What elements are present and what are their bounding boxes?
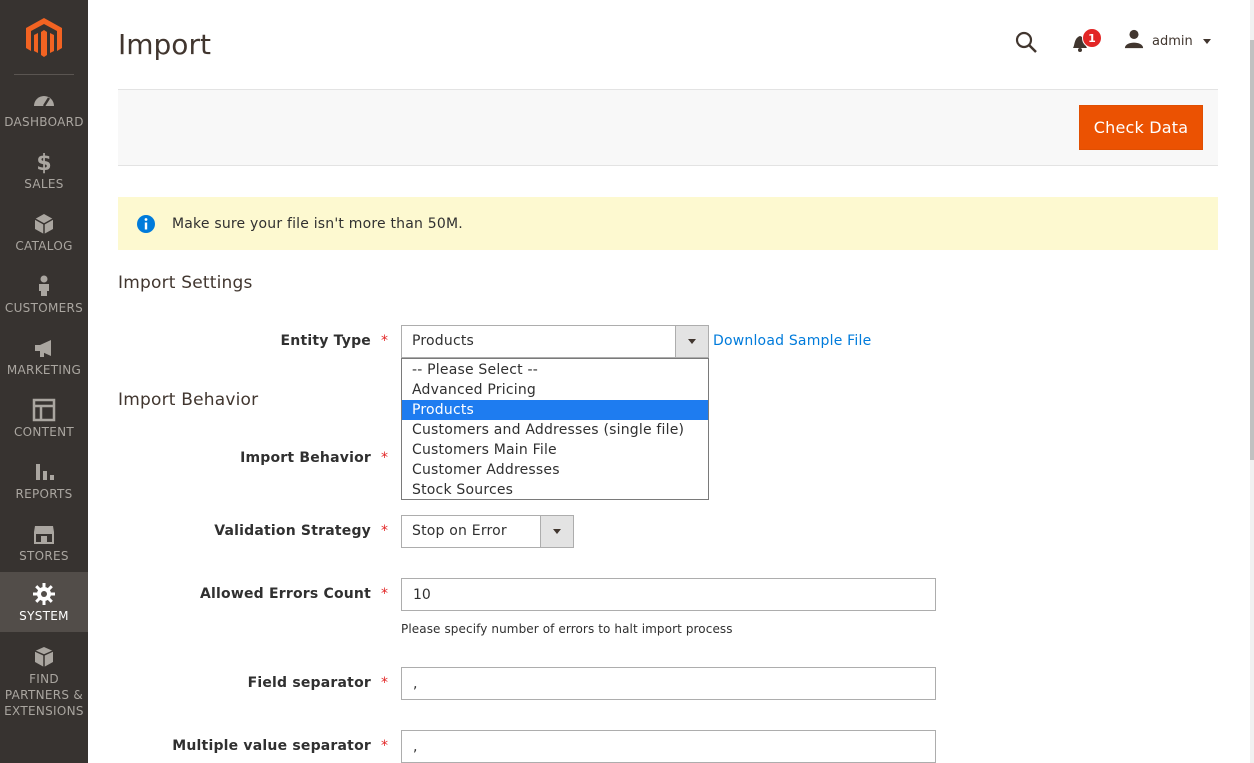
bar-chart-icon (32, 460, 56, 484)
dollar-icon: $ (32, 150, 56, 176)
magento-logo-icon[interactable] (26, 18, 62, 58)
sidebar-item-label: CONTENT (13, 425, 75, 439)
required-marker: * (381, 586, 388, 602)
sidebar-item-customers[interactable]: CUSTOMERS (0, 274, 88, 336)
entity-option-customer-addresses[interactable]: Customer Addresses (402, 460, 708, 480)
sidebar-item-dashboard[interactable]: DASHBOARD (0, 88, 88, 150)
required-marker: * (381, 738, 388, 754)
sidebar-item-label: FIND (29, 672, 59, 686)
sidebar-item-label: CATALOG (15, 239, 73, 253)
required-marker: * (381, 450, 388, 466)
sidebar-item-label: SALES (24, 177, 64, 191)
chevron-down-icon[interactable] (540, 516, 573, 547)
entity-option-customers-main-file[interactable]: Customers Main File (402, 440, 708, 460)
entity-type-options-list[interactable]: -- Please Select -- Advanced Pricing Pro… (401, 358, 709, 500)
field-separator-input[interactable] (401, 667, 936, 700)
field-separator-label: Field separator (247, 675, 371, 691)
sidebar-item-catalog[interactable]: CATALOG (0, 212, 88, 274)
multiple-value-separator-label: Multiple value separator (172, 738, 371, 754)
svg-text:$: $ (36, 151, 51, 174)
entity-type-label: Entity Type (280, 333, 371, 349)
sidebar-item-label: STORES (19, 549, 69, 563)
file-size-notice: Make sure your file isn't more than 50M. (118, 197, 1218, 250)
validation-strategy-value: Stop on Error (412, 523, 507, 539)
chevron-down-icon (1202, 38, 1211, 44)
sidebar-item-marketing[interactable]: MARKETING (0, 336, 88, 398)
allowed-errors-input[interactable] (401, 578, 936, 611)
username: admin (1152, 33, 1193, 49)
sidebar-item-label: SYSTEM (19, 609, 69, 623)
required-marker: * (381, 333, 388, 349)
sidebar-item-system[interactable]: SYSTEM (0, 572, 88, 632)
megaphone-icon (32, 336, 56, 360)
entity-option-customers-addresses[interactable]: Customers and Addresses (single file) (402, 420, 708, 440)
import-behavior-title: Import Behavior (118, 390, 259, 410)
user-menu[interactable]: admin (1124, 29, 1211, 53)
sidebar-item-label: PARTNERS & (4, 688, 84, 702)
sidebar-item-label: MARKETING (6, 363, 82, 377)
user-icon (1124, 29, 1144, 53)
sidebar-item-label: EXTENSIONS (4, 704, 84, 718)
sidebar-item-reports[interactable]: REPORTS (0, 460, 88, 522)
entity-option-please-select[interactable]: -- Please Select -- (402, 360, 708, 380)
box-icon (32, 212, 56, 236)
validation-strategy-select[interactable]: Stop on Error (401, 515, 574, 548)
validation-strategy-label: Validation Strategy (214, 523, 371, 539)
entity-option-products[interactable]: Products (402, 400, 708, 420)
entity-option-advanced-pricing[interactable]: Advanced Pricing (402, 380, 708, 400)
allowed-errors-label: Allowed Errors Count (200, 586, 371, 602)
gear-icon (32, 582, 56, 606)
storefront-icon (32, 522, 56, 546)
notifications-counter[interactable]: 1 (1082, 28, 1102, 48)
notice-text: Make sure your file isn't more than 50M. (172, 215, 463, 232)
info-icon (136, 214, 156, 234)
required-marker: * (381, 523, 388, 539)
cubes-icon (32, 645, 56, 669)
entity-type-select[interactable]: Products (401, 325, 709, 358)
sidebar-item-find-partners[interactable]: FIND PARTNERS & EXTENSIONS (0, 645, 88, 725)
sidebar-item-content[interactable]: CONTENT (0, 398, 88, 460)
sidebar-item-label: DASHBOARD (4, 115, 84, 129)
sidebar-item-sales[interactable]: $ SALES (0, 150, 88, 212)
required-marker: * (381, 675, 388, 691)
entity-type-value: Products (412, 333, 475, 349)
person-icon (32, 274, 56, 298)
download-sample-file-link[interactable]: Download Sample File (713, 333, 871, 349)
sidebar-divider (14, 74, 74, 75)
page-scrollbar-thumb[interactable] (1250, 40, 1254, 460)
admin-sidebar: DASHBOARD $ SALES CATALOG CUSTOMERS MARK… (0, 0, 88, 763)
chevron-down-icon[interactable] (675, 326, 708, 357)
dashboard-icon (32, 88, 56, 112)
check-data-button[interactable]: Check Data (1079, 105, 1203, 150)
page-title: Import (118, 28, 211, 61)
entity-option-stock-sources[interactable]: Stock Sources (402, 480, 708, 500)
import-behavior-label: Import Behavior (240, 450, 371, 466)
multiple-value-separator-input[interactable] (401, 730, 936, 763)
import-settings-title: Import Settings (118, 273, 253, 293)
allowed-errors-note: Please specify number of errors to halt … (401, 622, 733, 636)
page-actions-bar: Check Data (118, 89, 1218, 166)
sidebar-item-label: CUSTOMERS (4, 301, 84, 315)
layout-icon (32, 398, 56, 422)
sidebar-item-label: REPORTS (15, 487, 73, 501)
search-icon[interactable] (1014, 30, 1038, 54)
